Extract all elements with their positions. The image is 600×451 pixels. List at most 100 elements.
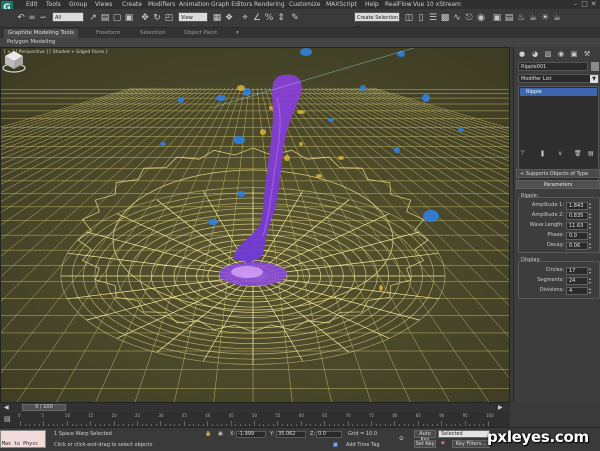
angle-snap-icon[interactable]: ∠ xyxy=(252,12,262,24)
mini-curve-editor-icon[interactable]: ▤ xyxy=(4,415,11,423)
amplitude2-spinner[interactable]: 0.835 xyxy=(566,212,588,220)
schematic-view-icon[interactable]: ⎋ xyxy=(464,12,474,24)
object-color-swatch[interactable] xyxy=(591,62,599,71)
object-name-field[interactable]: Ripple001 xyxy=(518,62,588,71)
tab-graphite-modeling-tools[interactable]: Graphite Modeling Tools xyxy=(4,29,79,38)
key-filters-button[interactable]: Key Filters... xyxy=(452,440,490,448)
menu-edit[interactable]: Edit xyxy=(26,1,38,8)
next-frame-icon[interactable]: ▶ xyxy=(498,404,503,411)
snap-toggle-icon[interactable]: ⌖ xyxy=(240,12,250,24)
menu-customize[interactable]: Customize xyxy=(289,1,321,8)
menu-help[interactable]: Help xyxy=(365,1,379,8)
menu-tools[interactable]: Tools xyxy=(46,1,61,8)
viewcube-icon[interactable] xyxy=(1,48,27,74)
maxscript-listener[interactable]: Max to Physc xyxy=(0,430,46,448)
chevron-down-icon[interactable]: ▼ xyxy=(590,75,598,83)
lock-selection-icon[interactable]: 🔒 xyxy=(205,431,211,437)
supports-objects-rollout[interactable]: + Supports Objects of Type xyxy=(516,169,600,178)
ribbon-options-icon[interactable]: ▾ xyxy=(232,29,243,38)
spinner-arrows-icon[interactable]: ▴ ▾ xyxy=(589,277,593,285)
menu-views[interactable]: Views xyxy=(95,1,112,8)
maximize-icon[interactable]: □ xyxy=(580,0,589,8)
menu-group[interactable]: Group xyxy=(69,1,87,8)
modifier-list-dropdown[interactable]: Modifier List ▼ xyxy=(518,74,599,83)
teapot-render-icon[interactable]: ☕ xyxy=(552,12,562,24)
tab-selection[interactable]: Selection xyxy=(136,29,169,38)
select-object-icon[interactable]: ↗ xyxy=(88,12,98,24)
menu-maxscript[interactable]: MAXScript xyxy=(326,1,357,8)
menu-vue-xstream[interactable]: Vue 10 xStream xyxy=(413,1,461,8)
divisions-spinner[interactable]: 4 xyxy=(566,287,588,295)
remove-modifier-icon[interactable]: 🗑 xyxy=(574,150,582,157)
minimize-icon[interactable]: – xyxy=(571,0,580,8)
render-setup-icon[interactable]: ▣ xyxy=(492,12,502,24)
z-coordinate-field[interactable]: 0.0 xyxy=(316,431,342,438)
polygon-modeling-label[interactable]: Polygon Modeling xyxy=(7,39,55,45)
show-end-result-icon[interactable]: ❚ xyxy=(540,150,545,157)
window-crossing-icon[interactable]: ▣ xyxy=(124,12,134,24)
key-mode-dropdown[interactable]: Selected xyxy=(438,430,490,438)
spinner-arrows-icon[interactable]: ▴ ▾ xyxy=(589,287,593,295)
mirror-icon[interactable]: ◫ xyxy=(404,12,414,24)
auto-key-button[interactable]: Auto Key xyxy=(414,430,436,443)
display-tab-icon[interactable]: ▣ xyxy=(569,49,579,59)
spinner-arrows-icon[interactable]: ▴ ▾ xyxy=(589,222,593,230)
parameters-rollout[interactable]: Parameters xyxy=(516,180,600,189)
stack-item-ripple[interactable]: Ripple xyxy=(520,88,597,96)
create-tab-icon[interactable]: ● xyxy=(517,49,527,59)
environment-icon[interactable]: ☕ xyxy=(528,12,538,24)
spinner-arrows-icon[interactable]: ▴ ▾ xyxy=(589,242,593,250)
spinner-arrows-icon[interactable]: ▴ ▾ xyxy=(589,232,593,240)
wave-length-spinner[interactable]: 11.63 xyxy=(566,222,588,230)
menu-modifiers[interactable]: Modifiers xyxy=(148,1,175,8)
pin-stack-icon[interactable]: ⊤ xyxy=(520,150,525,157)
tab-freeform[interactable]: Freeform xyxy=(92,29,125,38)
perspective-viewport[interactable]: [ + ] [ Perspective ] [ Shaded + Edged F… xyxy=(0,47,510,403)
reference-coordinate-dropdown[interactable]: View xyxy=(178,12,208,22)
key-icon[interactable]: ⚪ xyxy=(398,434,405,443)
undo-icon[interactable]: ↶ xyxy=(16,12,26,24)
render-production-icon[interactable]: ♨ xyxy=(516,12,526,24)
hierarchy-tab-icon[interactable]: ▨ xyxy=(543,49,553,59)
unlink-icon[interactable]: ∽ xyxy=(38,12,48,24)
spinner-arrows-icon[interactable]: ▴ ▾ xyxy=(589,202,593,210)
tab-object-paint[interactable]: Object Paint xyxy=(180,29,221,38)
graphite-toggle-icon[interactable]: ▩ xyxy=(440,12,450,24)
menu-graph-editors[interactable]: Graph Editors xyxy=(211,1,252,8)
edit-named-selection-icon[interactable]: ✎ xyxy=(290,12,300,24)
y-coordinate-field[interactable]: 35.062 xyxy=(276,431,306,438)
x-coordinate-field[interactable]: -1.999 xyxy=(236,431,266,438)
phase-spinner[interactable]: 0.0 xyxy=(566,232,588,240)
absolute-mode-icon[interactable]: ▣ xyxy=(218,431,223,437)
time-tag-icon[interactable]: ■ xyxy=(333,442,338,448)
move-icon[interactable]: ✥ xyxy=(140,12,150,24)
spinner-snap-icon[interactable]: ⇕ xyxy=(276,12,286,24)
scale-icon[interactable]: ◰ xyxy=(164,12,174,24)
menu-create[interactable]: Create xyxy=(122,1,142,8)
select-manipulate-icon[interactable]: ❖ xyxy=(224,12,234,24)
rendered-frame-window-icon[interactable]: ▤ xyxy=(504,12,514,24)
circles-spinner[interactable]: 17 xyxy=(566,267,588,275)
link-icon[interactable]: ∞ xyxy=(27,12,37,24)
make-unique-icon[interactable]: ∨ xyxy=(558,150,562,157)
material-editor-icon[interactable]: ◉ xyxy=(476,12,486,24)
set-key-button[interactable]: Set Key xyxy=(414,440,436,448)
prev-frame-icon[interactable]: ◀ xyxy=(4,404,9,411)
spinner-arrows-icon[interactable]: ▴ ▾ xyxy=(589,267,593,275)
rect-region-icon[interactable]: ▢ xyxy=(112,12,122,24)
utilities-tab-icon[interactable]: ⚒ xyxy=(582,49,592,59)
time-slider[interactable]: 0 / 100 xyxy=(22,404,66,411)
decay-spinner[interactable]: 0.06 xyxy=(566,242,588,250)
menu-realflow[interactable]: RealFlow xyxy=(385,1,412,8)
amplitude1-spinner[interactable]: 1.843 xyxy=(566,202,588,210)
layer-manager-icon[interactable]: ☰ xyxy=(428,12,438,24)
segments-spinner[interactable]: 24 xyxy=(566,277,588,285)
percent-snap-icon[interactable]: % xyxy=(264,12,274,24)
spinner-arrows-icon[interactable]: ▴ ▾ xyxy=(589,212,593,220)
pivot-center-icon[interactable]: ▦ xyxy=(212,12,222,24)
menu-animation[interactable]: Animation xyxy=(179,1,210,8)
select-by-name-icon[interactable]: ▤ xyxy=(100,12,110,24)
align-icon[interactable]: ▯ xyxy=(416,12,426,24)
named-selection-sets-dropdown[interactable]: Create Selection S xyxy=(354,12,400,31)
rotate-icon[interactable]: ↻ xyxy=(152,12,162,24)
